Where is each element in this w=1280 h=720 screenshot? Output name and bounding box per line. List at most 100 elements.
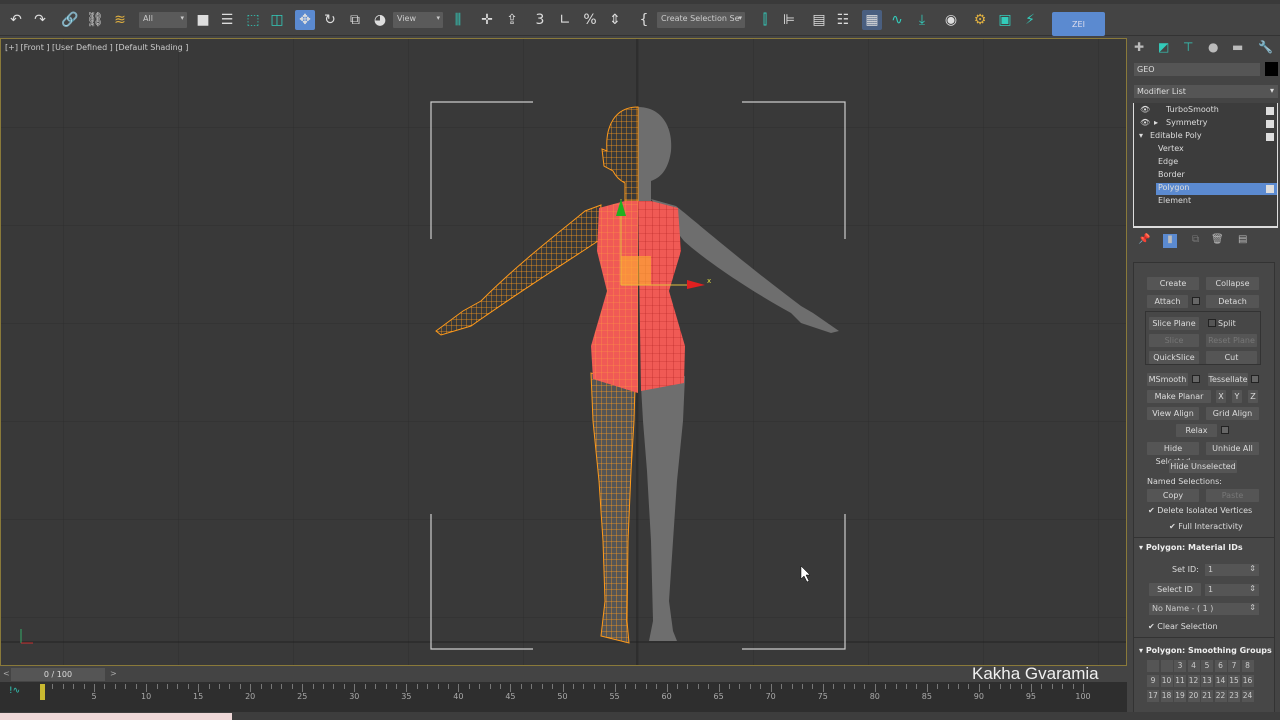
tessellate-button[interactable]: Tessellate [1208, 373, 1248, 386]
slice-button[interactable]: Slice [1149, 334, 1199, 347]
reference-coord-dropdown[interactable]: View [393, 12, 443, 28]
show-end-result-icon[interactable]: ▮ [1163, 234, 1177, 248]
stack-item-border[interactable]: Border [1134, 170, 1277, 182]
select-manipulate-icon[interactable]: ✛ [477, 10, 497, 30]
clear-selection-checkbox[interactable]: ✔ Clear Selection [1148, 622, 1218, 631]
collapse-icon[interactable]: ▾ [1139, 131, 1143, 140]
stack-item-vertex[interactable]: Vertex [1134, 144, 1277, 156]
current-frame-marker[interactable] [40, 684, 45, 700]
toggle-ribbon-icon[interactable]: ▦ [862, 10, 882, 30]
split-checkbox[interactable] [1208, 319, 1216, 327]
make-planar-button[interactable]: Make Planar [1147, 390, 1211, 403]
select-object-icon[interactable]: ■ [193, 10, 213, 30]
render-production-icon[interactable]: ⚡ [1020, 10, 1040, 30]
hierarchy-tab-icon[interactable]: ⊤ [1183, 40, 1193, 54]
curve-editor-icon[interactable]: ∿ [887, 10, 907, 30]
smoothing-group-button[interactable]: 14 [1214, 675, 1227, 687]
smoothing-group-button[interactable]: 6 [1214, 660, 1227, 672]
eye-icon[interactable]: 👁 [1140, 105, 1150, 114]
bind-space-warp-icon[interactable]: ≋ [110, 10, 130, 30]
object-name-field[interactable]: GEO [1134, 63, 1260, 76]
smoothing-group-button[interactable]: 23 [1228, 690, 1240, 702]
pin-stack-icon[interactable]: 📌 [1138, 234, 1150, 245]
smoothing-group-button[interactable]: 9 [1147, 675, 1159, 687]
prev-frame-icon[interactable]: < [3, 669, 10, 678]
smoothing-group-button[interactable]: 16 [1241, 675, 1254, 687]
grid-align-button[interactable]: Grid Align [1206, 407, 1259, 420]
smoothing-group-button[interactable]: 13 [1201, 675, 1213, 687]
angle-snap-icon[interactable]: ∟ [555, 10, 575, 30]
smoothing-groups-rollout-header[interactable]: ▾ Polygon: Smoothing Groups [1139, 646, 1274, 655]
hide-selected-button[interactable]: Hide Selected [1147, 442, 1199, 466]
object-color-swatch[interactable] [1265, 62, 1278, 76]
edit-named-selection-icon[interactable]: { [634, 10, 654, 30]
maxscript-listener[interactable] [0, 713, 232, 720]
smoothing-group-button[interactable]: 3 [1174, 660, 1186, 672]
move-icon[interactable]: ✥ [295, 10, 315, 30]
planar-y-button[interactable]: Y [1232, 390, 1242, 403]
planar-z-button[interactable]: Z [1248, 390, 1258, 403]
select-id-spinner[interactable]: 1 [1205, 584, 1259, 596]
front-viewport[interactable]: x [+] [Front ] [User Defined ] [Default … [0, 38, 1127, 666]
smoothing-group-button[interactable]: 7 [1228, 660, 1240, 672]
material-editor-icon[interactable]: ◉ [941, 10, 961, 30]
selection-filter-dropdown[interactable]: All [139, 12, 187, 28]
create-tab-icon[interactable]: ✚ [1134, 40, 1144, 54]
tessellate-settings-button[interactable] [1251, 375, 1259, 383]
smoothing-group-button[interactable] [1160, 660, 1173, 672]
set-id-spinner[interactable]: 1 [1205, 564, 1259, 576]
rendered-frame-icon[interactable]: ▣ [995, 10, 1015, 30]
stack-item-editable-poly[interactable]: ▾ Editable Poly [1134, 131, 1277, 143]
relax-button[interactable]: Relax [1176, 424, 1217, 437]
modifier-list-dropdown[interactable]: Modifier List [1134, 85, 1278, 98]
attach-settings-button[interactable] [1192, 297, 1200, 305]
curve-editor-mini-icon[interactable]: !∿ [9, 686, 20, 696]
make-unique-icon[interactable]: ⧉ [1192, 234, 1199, 245]
smoothing-group-button[interactable] [1147, 660, 1159, 672]
full-interactivity-checkbox[interactable]: ✔ Full Interactivity [1169, 522, 1243, 531]
relax-settings-button[interactable] [1221, 426, 1229, 434]
smoothing-group-button[interactable]: 20 [1187, 690, 1200, 702]
redo-icon[interactable]: ↷ [30, 10, 50, 30]
smoothing-group-button[interactable]: 15 [1228, 675, 1240, 687]
smoothing-group-button[interactable]: 17 [1147, 690, 1159, 702]
link-icon[interactable]: 🔗 [60, 10, 80, 30]
keyboard-shortcut-icon[interactable]: ⇪ [502, 10, 522, 30]
create-button[interactable]: Create [1147, 277, 1199, 290]
place-icon[interactable]: ◕ [370, 10, 390, 30]
stack-item-polygon[interactable]: Polygon [1156, 183, 1277, 195]
view-align-button[interactable]: View Align [1147, 407, 1199, 420]
modify-tab-icon[interactable]: ◩ [1158, 40, 1169, 54]
window-crossing-icon[interactable]: ◫ [267, 10, 287, 30]
smoothing-group-button[interactable]: 11 [1174, 675, 1186, 687]
scene-explorer-icon[interactable]: ▤ [809, 10, 829, 30]
detach-button[interactable]: Detach [1206, 295, 1259, 308]
smoothing-group-button[interactable]: 24 [1241, 690, 1254, 702]
configure-modifier-sets-icon[interactable]: ▤ [1238, 234, 1247, 245]
next-frame-icon[interactable]: > [110, 669, 117, 678]
motion-tab-icon[interactable]: ● [1208, 40, 1218, 54]
unlink-icon[interactable]: ⛓ [85, 10, 105, 30]
snaps-toggle-icon[interactable]: 3 [530, 10, 550, 30]
planar-x-button[interactable]: X [1216, 390, 1226, 403]
percent-snap-icon[interactable]: % [580, 10, 600, 30]
material-name-dropdown[interactable]: No Name - ( 1 ) [1149, 603, 1259, 615]
select-by-name-icon[interactable]: ☰ [217, 10, 237, 30]
msmooth-settings-button[interactable] [1192, 375, 1200, 383]
smoothing-group-button[interactable]: 12 [1187, 675, 1200, 687]
track-bar[interactable]: !∿ 5 10 15 20 25 30 35 40 45 50 55 60 65 70 75 80 85 90 95… [0, 682, 1127, 712]
hide-unselected-button[interactable]: Hide Unselected [1169, 460, 1237, 473]
stack-item-edge[interactable]: Edge [1134, 157, 1277, 169]
msmooth-button[interactable]: MSmooth [1147, 373, 1188, 386]
rect-selection-icon[interactable]: ⬚ [243, 10, 263, 30]
time-slider-thumb[interactable]: 0 / 100 [11, 668, 105, 681]
expand-icon[interactable]: ▸ [1154, 118, 1158, 127]
smoothing-group-button[interactable]: 19 [1174, 690, 1186, 702]
rotate-icon[interactable]: ↻ [320, 10, 340, 30]
smoothing-group-button[interactable]: 18 [1160, 690, 1173, 702]
remove-modifier-icon[interactable]: 🗑 [1211, 234, 1224, 245]
mirror-icon[interactable]: ⫿ [755, 10, 775, 30]
stack-item-element[interactable]: Element [1134, 196, 1277, 208]
delete-isolated-checkbox[interactable]: ✔ Delete Isolated Vertices [1148, 506, 1252, 515]
smoothing-group-button[interactable]: 4 [1187, 660, 1200, 672]
